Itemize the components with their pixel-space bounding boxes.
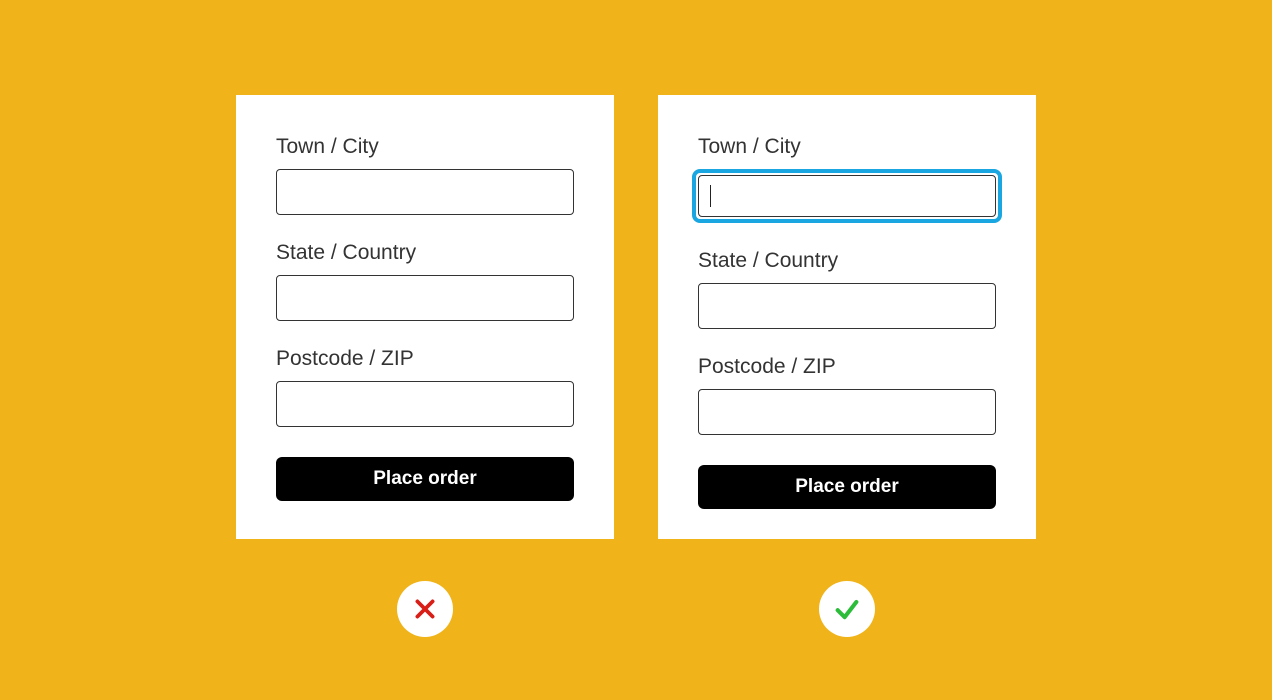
postcode-label: Postcode / ZIP — [276, 347, 574, 371]
field-group-postcode: Postcode / ZIP — [698, 355, 996, 435]
place-order-button[interactable]: Place order — [276, 457, 574, 501]
badge-col-left — [236, 581, 614, 637]
field-group-state: State / Country — [276, 241, 574, 321]
postcode-label: Postcode / ZIP — [698, 355, 996, 379]
form-card-no-focus: Town / City State / Country Postcode / Z… — [236, 95, 614, 539]
town-label: Town / City — [698, 135, 996, 159]
status-badges-row — [236, 581, 1036, 637]
place-order-button[interactable]: Place order — [698, 465, 996, 509]
field-group-town: Town / City — [698, 135, 996, 223]
postcode-input[interactable] — [276, 381, 574, 427]
field-group-town: Town / City — [276, 135, 574, 215]
postcode-input[interactable] — [698, 389, 996, 435]
state-label: State / Country — [698, 249, 996, 273]
status-badge-correct — [819, 581, 875, 637]
state-input[interactable] — [276, 275, 574, 321]
text-caret — [710, 185, 711, 207]
cross-icon — [412, 596, 438, 622]
check-icon — [833, 595, 861, 623]
field-group-postcode: Postcode / ZIP — [276, 347, 574, 427]
state-input[interactable] — [698, 283, 996, 329]
field-group-state: State / Country — [698, 249, 996, 329]
state-label: State / Country — [276, 241, 574, 265]
focus-ring — [692, 169, 1002, 223]
town-input[interactable] — [276, 169, 574, 215]
status-badge-incorrect — [397, 581, 453, 637]
town-input[interactable] — [698, 175, 996, 217]
town-label: Town / City — [276, 135, 574, 159]
badge-col-right — [658, 581, 1036, 637]
form-card-with-focus: Town / City State / Country Postcode / Z… — [658, 95, 1036, 539]
